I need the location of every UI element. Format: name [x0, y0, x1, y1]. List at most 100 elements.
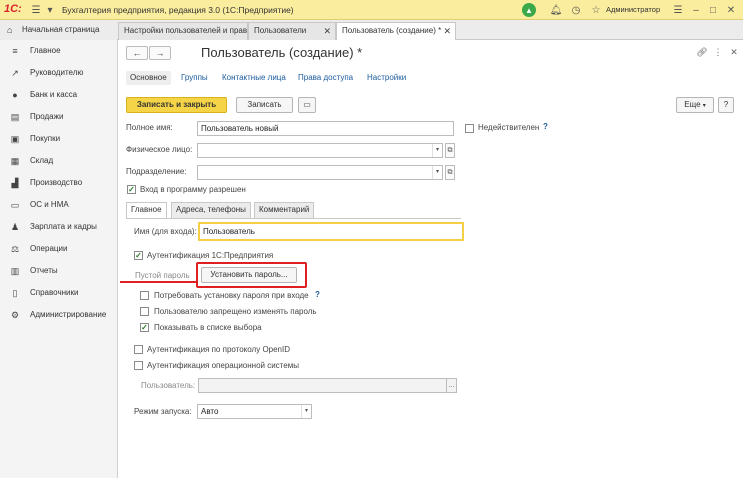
user-name[interactable]: Администратор	[606, 5, 660, 14]
people-icon: ♟	[10, 222, 20, 232]
sidebar-item-label: Покупки	[30, 134, 61, 143]
comment-icon: ▭	[303, 100, 311, 109]
sidebar: ≡ Главное ↗ Руководителю ● Банк и касса ▤ Пр…	[0, 40, 118, 478]
minimize-icon[interactable]: –	[690, 4, 702, 16]
help-button[interactable]: ?	[718, 97, 734, 113]
page-tab-main[interactable]: Главное	[126, 202, 167, 219]
login-allowed-checkbox[interactable]: ✓	[127, 185, 136, 194]
require-password-change-checkbox[interactable]	[140, 291, 149, 300]
individual-field[interactable]: ▾	[197, 143, 443, 158]
sidebar-item-warehouse[interactable]: ▦ Склад	[0, 152, 118, 170]
tab-home[interactable]: ⌂ Начальная страница	[0, 22, 117, 40]
sidebar-item-production[interactable]: ▟ Производство	[0, 174, 118, 192]
sidebar-item-label: Справочники	[30, 288, 79, 297]
save-button[interactable]: Записать	[236, 97, 293, 113]
login-name-label: Имя (для входа):	[134, 227, 197, 236]
show-in-list-label: Показывать в списке выбора	[154, 323, 262, 332]
tab-user-create[interactable]: Пользователь (создание) * ✕	[336, 22, 456, 41]
sidebar-item-admin[interactable]: ⚙ Администрирование	[0, 306, 118, 324]
app-logo: 1С:	[4, 3, 22, 15]
tab-users[interactable]: Пользователи ✕	[248, 22, 336, 40]
login-name-field[interactable]: Пользователь	[198, 222, 464, 241]
sidebar-item-bank[interactable]: ● Банк и касса	[0, 86, 118, 104]
show-in-list-checkbox[interactable]: ✓	[140, 323, 149, 332]
auth-1c-checkbox[interactable]: ✓	[134, 251, 143, 260]
close-tab-icon[interactable]: ✕	[323, 23, 331, 39]
form-area: ← → Пользователь (создание) * 🔗︎ ⋮ ✕ Осн…	[118, 40, 743, 478]
save-close-button[interactable]: Записать и закрыть	[126, 97, 227, 113]
menu-icon: ≡	[12, 46, 18, 56]
notification-icon[interactable]: ▲	[522, 3, 536, 17]
tab-contacts[interactable]: Контактные лица	[222, 71, 286, 85]
star-icon[interactable]: ☆	[590, 4, 602, 16]
sidebar-item-purchases[interactable]: ▣ Покупки	[0, 130, 118, 148]
require-password-change-label: Потребовать установку пароля при входе	[154, 291, 309, 300]
close-tab-icon[interactable]: ✕	[443, 23, 451, 39]
sidebar-item-label: Зарплата и кадры	[30, 222, 97, 231]
chevron-down-icon[interactable]: ▾	[301, 405, 311, 418]
help-icon[interactable]: ?	[543, 122, 548, 131]
history-icon[interactable]: ◷	[570, 4, 582, 16]
sidebar-item-label: Руководителю	[30, 68, 84, 77]
page-tab-addresses[interactable]: Адреса, телефоны	[171, 202, 251, 218]
launch-mode-select[interactable]: Авто ▾	[197, 404, 312, 419]
sidebar-item-label: Производство	[30, 178, 83, 187]
coin-icon: ●	[12, 90, 18, 100]
help-icon[interactable]: ?	[315, 290, 320, 299]
link-icon[interactable]: 🔗︎	[696, 46, 708, 58]
settings-icon[interactable]: ☰	[672, 4, 684, 16]
tab-settings[interactable]: Настройки	[367, 71, 406, 85]
bag-icon: ▣	[10, 134, 20, 144]
os-user-field[interactable]	[198, 378, 456, 393]
highlight-box	[196, 262, 307, 288]
auth-os-label: Аутентификация операционной системы	[147, 361, 299, 370]
select-os-user-button[interactable]: …	[446, 378, 457, 393]
building-icon: ▭	[10, 200, 20, 210]
tab-user-settings[interactable]: Настройки пользователей и прав	[118, 22, 248, 40]
chevron-down-icon[interactable]: ▾	[432, 144, 442, 157]
auth-openid-checkbox[interactable]	[134, 345, 143, 354]
sidebar-item-label: Склад	[30, 156, 54, 165]
sidebar-item-main[interactable]: ≡ Главное	[0, 42, 118, 60]
forward-button[interactable]: →	[149, 46, 171, 60]
close-form-icon[interactable]: ✕	[728, 46, 740, 58]
individual-label: Физическое лицо:	[126, 145, 193, 154]
chevron-down-icon: ▾	[702, 103, 706, 109]
report-icon: ▥	[10, 266, 20, 276]
chevron-down-icon[interactable]: ▾	[432, 166, 442, 179]
tab-main[interactable]: Основное	[126, 71, 171, 85]
dropdown-icon[interactable]: ▾	[44, 4, 56, 16]
department-field[interactable]: ▾	[197, 165, 443, 180]
sidebar-item-sales[interactable]: ▤ Продажи	[0, 108, 118, 126]
sidebar-item-reports[interactable]: ▥ Отчеты	[0, 262, 118, 280]
full-name-field[interactable]: Пользователь новый	[197, 121, 454, 136]
sidebar-item-directories[interactable]: ▯ Справочники	[0, 284, 118, 302]
comment-button[interactable]: ▭	[298, 97, 316, 113]
menu-icon[interactable]: ☰	[30, 4, 42, 16]
app-title: Бухгалтерия предприятия, редакция 3.0 (1…	[62, 5, 294, 15]
more-label: Еще	[684, 100, 701, 109]
sidebar-item-label: Продажи	[30, 112, 64, 121]
maximize-icon[interactable]: □	[707, 4, 719, 16]
book-icon: ▯	[12, 288, 18, 298]
page-tab-comment[interactable]: Комментарий	[254, 202, 315, 218]
more-icon[interactable]: ⋮	[712, 46, 724, 58]
more-button[interactable]: Еще ▾	[676, 97, 714, 113]
open-department-button[interactable]: ⧉	[445, 165, 455, 180]
auth-1c-label: Аутентификация 1С:Предприятия	[147, 251, 274, 260]
sidebar-item-manager[interactable]: ↗ Руководителю	[0, 64, 118, 82]
sidebar-item-assets[interactable]: ▭ ОС и НМА	[0, 196, 118, 214]
close-icon[interactable]: ✕	[725, 4, 737, 16]
bell-icon[interactable]: 🔔︎	[550, 4, 563, 16]
back-button[interactable]: ←	[126, 46, 148, 60]
open-individual-button[interactable]: ⧉	[445, 143, 455, 158]
tab-groups[interactable]: Группы	[181, 71, 208, 85]
auth-os-checkbox[interactable]	[134, 361, 143, 370]
inactive-checkbox[interactable]	[465, 124, 474, 133]
tab-access-rights[interactable]: Права доступа	[298, 71, 353, 85]
sidebar-item-operations[interactable]: ⚖ Операции	[0, 240, 118, 258]
sidebar-item-salary[interactable]: ♟ Зарплата и кадры	[0, 218, 118, 236]
forbid-password-change-checkbox[interactable]	[140, 307, 149, 316]
highlight-underline	[120, 281, 198, 283]
login-allowed-label: Вход в программу разрешен	[140, 185, 246, 194]
